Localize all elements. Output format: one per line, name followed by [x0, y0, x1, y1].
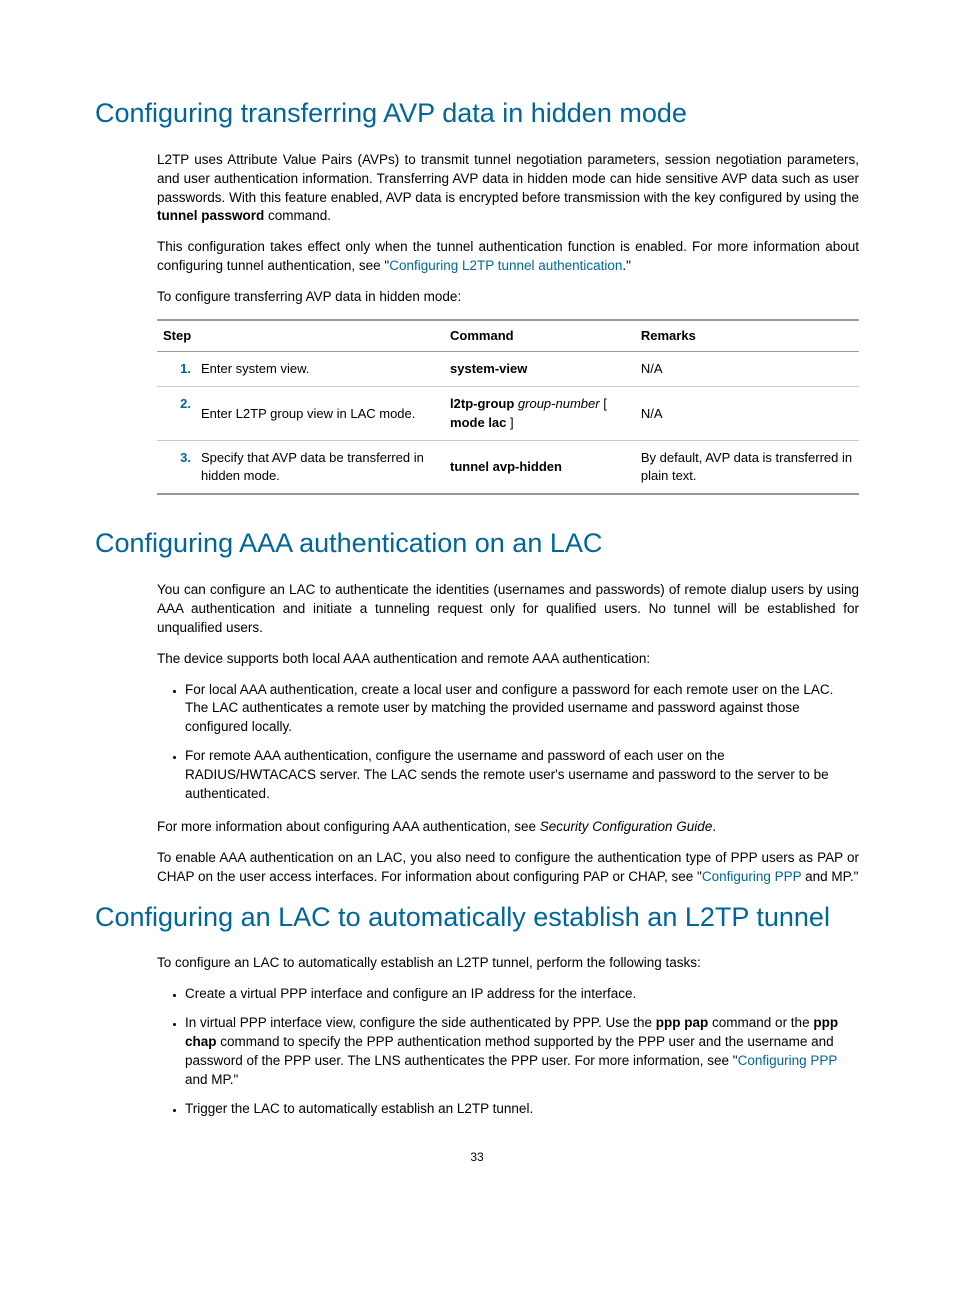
link-configuring-ppp[interactable]: Configuring PPP: [738, 1053, 838, 1068]
paragraph: You can configure an LAC to authenticate…: [157, 581, 859, 638]
table-header-command: Command: [444, 320, 635, 352]
bold-text: tunnel password: [157, 208, 264, 223]
command-cell: system-view: [444, 352, 635, 387]
paragraph: This configuration takes effect only whe…: [157, 238, 859, 276]
step-text: Specify that AVP data be transferred in …: [195, 440, 444, 494]
cmd-text: [: [603, 396, 607, 411]
section2-body: You can configure an LAC to authenticate…: [157, 581, 859, 887]
text: .": [622, 258, 631, 273]
paragraph: L2TP uses Attribute Value Pairs (AVPs) t…: [157, 151, 859, 227]
cmd-bold: l2tp-group: [450, 396, 514, 411]
table-row: 1. Enter system view. system-view N/A: [157, 352, 859, 387]
paragraph: To configure an LAC to automatically est…: [157, 954, 859, 973]
text: command.: [264, 208, 331, 223]
bullet-list: Create a virtual PPP interface and confi…: [157, 985, 859, 1118]
text: L2TP uses Attribute Value Pairs (AVPs) t…: [157, 152, 859, 205]
list-item: Create a virtual PPP interface and confi…: [185, 985, 859, 1004]
cmd-text: ]: [506, 415, 513, 430]
list-item: For remote AAA authentication, configure…: [185, 747, 859, 804]
step-number: 1.: [157, 352, 195, 387]
text: and MP.": [185, 1072, 238, 1087]
link-tunnel-auth[interactable]: Configuring L2TP tunnel authentication: [389, 258, 622, 273]
text: and MP.": [801, 869, 858, 884]
cmd-bold: tunnel avp-hidden: [450, 459, 562, 474]
paragraph: To enable AAA authentication on an LAC, …: [157, 849, 859, 887]
bold-text: ppp pap: [656, 1015, 709, 1030]
text: For more information about configuring A…: [157, 819, 540, 834]
step-text: Enter L2TP group view in LAC mode.: [195, 387, 444, 440]
text: command to specify the PPP authenticatio…: [185, 1034, 834, 1068]
remarks-cell: N/A: [635, 352, 859, 387]
heading-lac-auto: Configuring an LAC to automatically esta…: [95, 899, 859, 937]
config-table-avp: Step Command Remarks 1. Enter system vie…: [157, 319, 859, 495]
step-number: 3.: [157, 440, 195, 494]
table-row: 3. Specify that AVP data be transferred …: [157, 440, 859, 494]
text: command or the: [708, 1015, 813, 1030]
bullet-list: For local AAA authentication, create a l…: [157, 681, 859, 804]
cmd-bold: system-view: [450, 361, 527, 376]
section3-body: To configure an LAC to automatically est…: [157, 954, 859, 1118]
heading-aaa-auth: Configuring AAA authentication on an LAC: [95, 525, 859, 563]
paragraph: The device supports both local AAA authe…: [157, 650, 859, 669]
command-cell: l2tp-group group-number [ mode lac ]: [444, 387, 635, 440]
text: In virtual PPP interface view, configure…: [185, 1015, 656, 1030]
list-item: In virtual PPP interface view, configure…: [185, 1014, 859, 1090]
link-configuring-ppp[interactable]: Configuring PPP: [702, 869, 802, 884]
heading-avp-hidden: Configuring transferring AVP data in hid…: [95, 95, 859, 133]
table-header-remarks: Remarks: [635, 320, 859, 352]
paragraph: To configure transferring AVP data in hi…: [157, 288, 859, 307]
paragraph: For more information about configuring A…: [157, 818, 859, 837]
step-text: Enter system view.: [195, 352, 444, 387]
table-header-step: Step: [157, 320, 444, 352]
cmd-bold: mode lac: [450, 415, 506, 430]
cmd-italic: group-number: [514, 396, 603, 411]
text: .: [712, 819, 716, 834]
list-item: For local AAA authentication, create a l…: [185, 681, 859, 738]
section1-body: L2TP uses Attribute Value Pairs (AVPs) t…: [157, 151, 859, 495]
step-number: 2.: [157, 387, 195, 440]
remarks-cell: By default, AVP data is transferred in p…: [635, 440, 859, 494]
page-number: 33: [95, 1149, 859, 1166]
list-item: Trigger the LAC to automatically establi…: [185, 1100, 859, 1119]
remarks-cell: N/A: [635, 387, 859, 440]
table-row: 2. Enter L2TP group view in LAC mode. l2…: [157, 387, 859, 440]
italic-text: Security Configuration Guide: [540, 819, 713, 834]
command-cell: tunnel avp-hidden: [444, 440, 635, 494]
document-page: Configuring transferring AVP data in hid…: [0, 0, 954, 1205]
